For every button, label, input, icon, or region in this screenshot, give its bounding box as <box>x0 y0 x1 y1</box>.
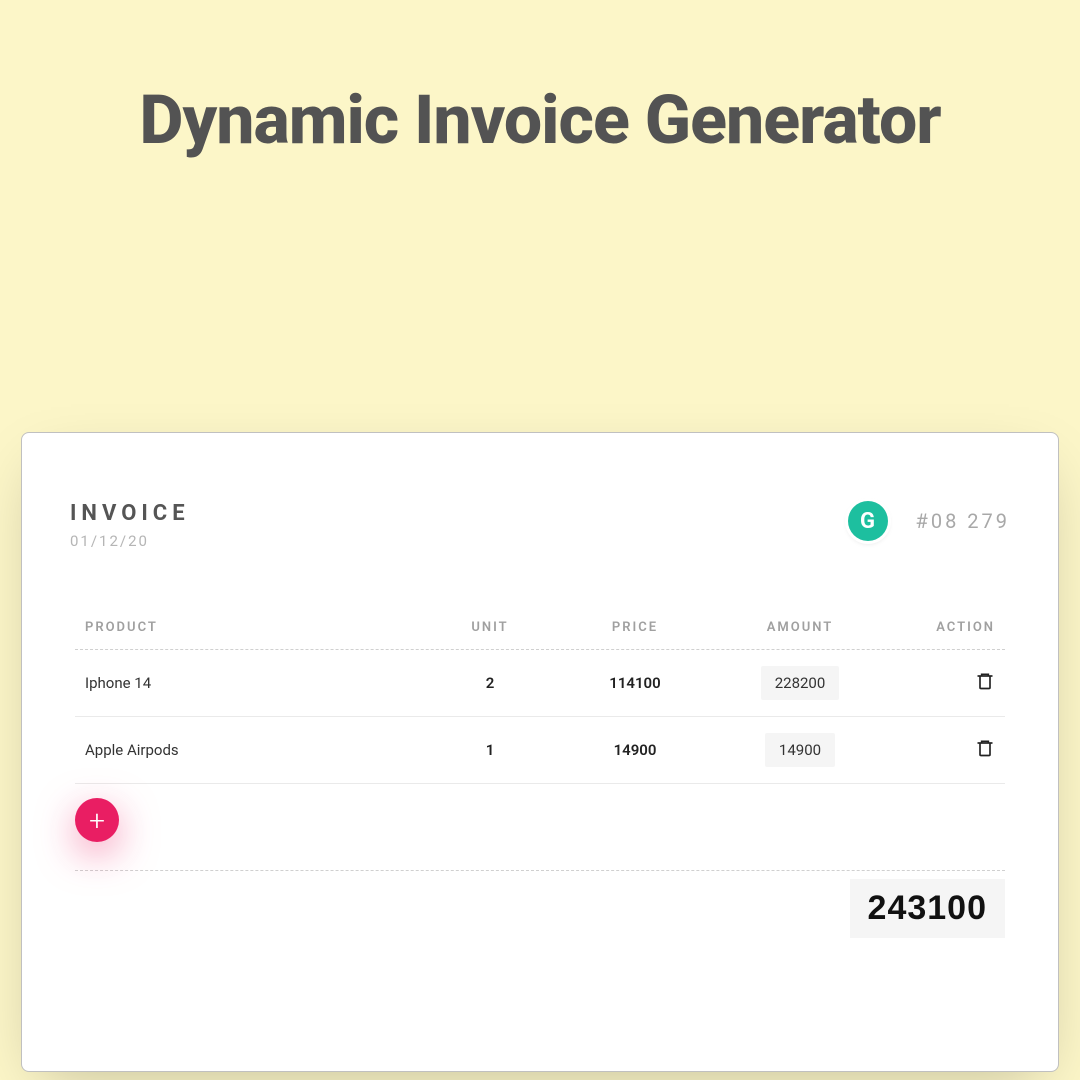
cell-amount: 228200 <box>761 666 840 700</box>
cell-product: Apple Airpods <box>85 741 425 759</box>
cell-amount-wrap: 14900 <box>715 733 885 767</box>
cell-product: Iphone 14 <box>85 674 425 692</box>
invoice-label: INVOICE <box>70 501 190 526</box>
col-header-product: PRODUCT <box>85 620 425 635</box>
cell-unit: 2 <box>425 674 555 692</box>
total-value: 243100 <box>850 879 1005 938</box>
cell-price: 114100 <box>555 674 715 692</box>
col-header-price: PRICE <box>555 620 715 635</box>
invoice-date: 01/12/20 <box>70 532 190 550</box>
invoice-table: PRODUCT UNIT PRICE AMOUNT ACTION Iphone … <box>75 620 1005 938</box>
add-row-button[interactable]: + <box>75 798 119 842</box>
col-header-amount: AMOUNT <box>715 620 885 635</box>
cell-unit: 1 <box>425 741 555 759</box>
total-row: 243100 <box>75 879 1005 938</box>
invoice-number: #08 279 <box>916 509 1010 533</box>
table-row: Iphone 14 2 114100 228200 <box>75 650 1005 717</box>
add-row-section: + <box>75 784 1005 871</box>
grammarly-badge-icon[interactable]: G <box>848 501 888 541</box>
cell-price: 14900 <box>555 741 715 759</box>
plus-icon: + <box>89 804 105 837</box>
invoice-card: INVOICE 01/12/20 G #08 279 PRODUCT UNIT … <box>21 432 1059 1072</box>
table-header: PRODUCT UNIT PRICE AMOUNT ACTION <box>75 620 1005 650</box>
col-header-action: ACTION <box>885 620 995 635</box>
cell-amount-wrap: 228200 <box>715 666 885 700</box>
col-header-unit: UNIT <box>425 620 555 635</box>
cell-amount: 14900 <box>765 733 835 767</box>
delete-icon[interactable] <box>975 670 995 692</box>
delete-icon[interactable] <box>975 737 995 759</box>
table-row: Apple Airpods 1 14900 14900 <box>75 717 1005 784</box>
page-title: Dynamic Invoice Generator <box>0 0 1080 160</box>
